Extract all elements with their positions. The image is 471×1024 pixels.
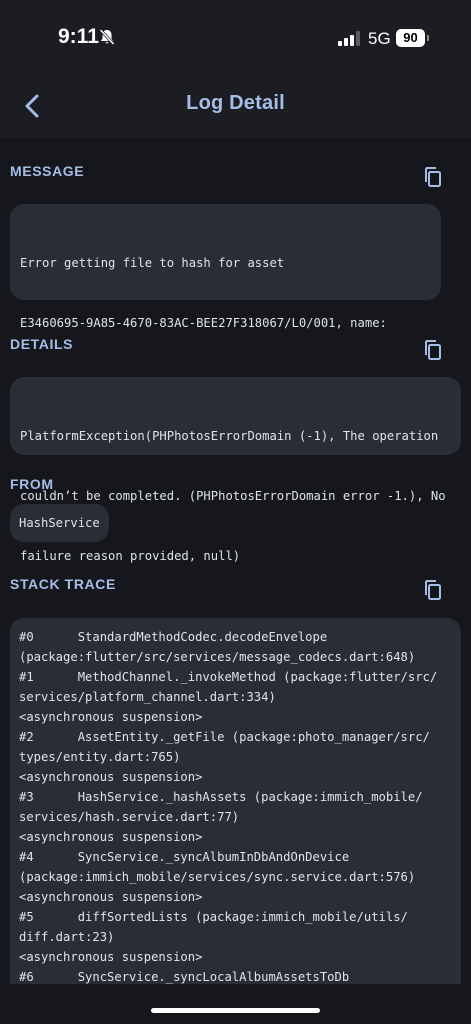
page-title: Log Detail bbox=[186, 92, 285, 114]
message-line: Error getting file to hash for asset bbox=[20, 256, 285, 270]
home-indicator[interactable] bbox=[151, 1008, 320, 1013]
signal-icon bbox=[338, 31, 360, 46]
details-line: failure reason provided, null) bbox=[20, 549, 241, 563]
details-label: DETAILS bbox=[10, 336, 74, 352]
stack-trace-line: #2 AssetEntity._getFile (package:photo_m… bbox=[19, 730, 430, 744]
stack-trace-line: #0 StandardMethodCodec.decodeEnvelope bbox=[19, 630, 328, 644]
stack-trace-line: <asynchronous suspension> bbox=[19, 890, 203, 904]
battery-icon: 90 bbox=[396, 29, 430, 47]
stack-trace-line: <asynchronous suspension> bbox=[19, 830, 203, 844]
home-indicator-area bbox=[0, 984, 471, 1024]
copy-details-icon[interactable] bbox=[420, 337, 446, 363]
stack-trace-line: #3 HashService._hashAssets (package:immi… bbox=[19, 790, 423, 804]
message-card: Error getting file to hash for asset E34… bbox=[10, 204, 441, 450]
status-time: 9:11 bbox=[58, 25, 99, 48]
stack-trace-line: <asynchronous suspension> bbox=[19, 950, 203, 964]
battery-level: 90 bbox=[396, 29, 425, 47]
stack-trace-line: services/platform_channel.dart:334) bbox=[19, 690, 276, 704]
stack-trace-line: types/entity.dart:765) bbox=[19, 750, 181, 764]
details-card: PlatformException(PHPhotosErrorDomain (-… bbox=[10, 377, 461, 563]
stack-trace-line: #4 SyncService._syncAlbumInDbAndOnDevice bbox=[19, 850, 350, 864]
details-line: PlatformException(PHPhotosErrorDomain (-… bbox=[20, 429, 439, 443]
stack-trace-line: diff.dart:23) bbox=[19, 930, 115, 944]
copy-stack-trace-icon[interactable] bbox=[420, 577, 446, 603]
stack-trace-line: #1 MethodChannel._invokeMethod (package:… bbox=[19, 670, 438, 684]
stack-trace-label: STACK TRACE bbox=[10, 576, 116, 592]
stack-trace-line: #6 SyncService._syncLocalAlbumAssetsToDb bbox=[19, 970, 350, 984]
stack-trace-line: <asynchronous suspension> bbox=[19, 710, 203, 724]
log-detail-content[interactable]: MESSAGE Error getting file to hash for a… bbox=[0, 138, 471, 984]
stack-trace-card: #0 StandardMethodCodec.decodeEnvelope (p… bbox=[10, 618, 461, 984]
stack-trace-line: services/hash.service.dart:77) bbox=[19, 810, 240, 824]
stack-trace-line: (package:flutter/src/services/message_co… bbox=[19, 650, 416, 664]
app-bar: Log Detail bbox=[0, 72, 471, 138]
message-line: E3460695-9A85-4670-83AC-BEE27F318067/L0/… bbox=[20, 316, 387, 330]
message-label: MESSAGE bbox=[10, 163, 85, 179]
from-value: HashService bbox=[10, 504, 109, 542]
status-bar: 9:11 5G 90 bbox=[0, 0, 471, 72]
details-line: couldn’t be completed. (PHPhotosErrorDom… bbox=[20, 489, 446, 503]
battery-cap bbox=[427, 35, 429, 41]
bell-off-icon bbox=[99, 28, 115, 46]
stack-trace-line: (package:immich_mobile/services/sync.ser… bbox=[19, 870, 416, 884]
stack-trace-line: <asynchronous suspension> bbox=[19, 770, 203, 784]
copy-message-icon[interactable] bbox=[420, 164, 446, 190]
network-type: 5G bbox=[368, 29, 391, 48]
stack-trace-line: #5 diffSortedLists (package:immich_mobil… bbox=[19, 910, 408, 924]
from-label: FROM bbox=[10, 476, 54, 492]
